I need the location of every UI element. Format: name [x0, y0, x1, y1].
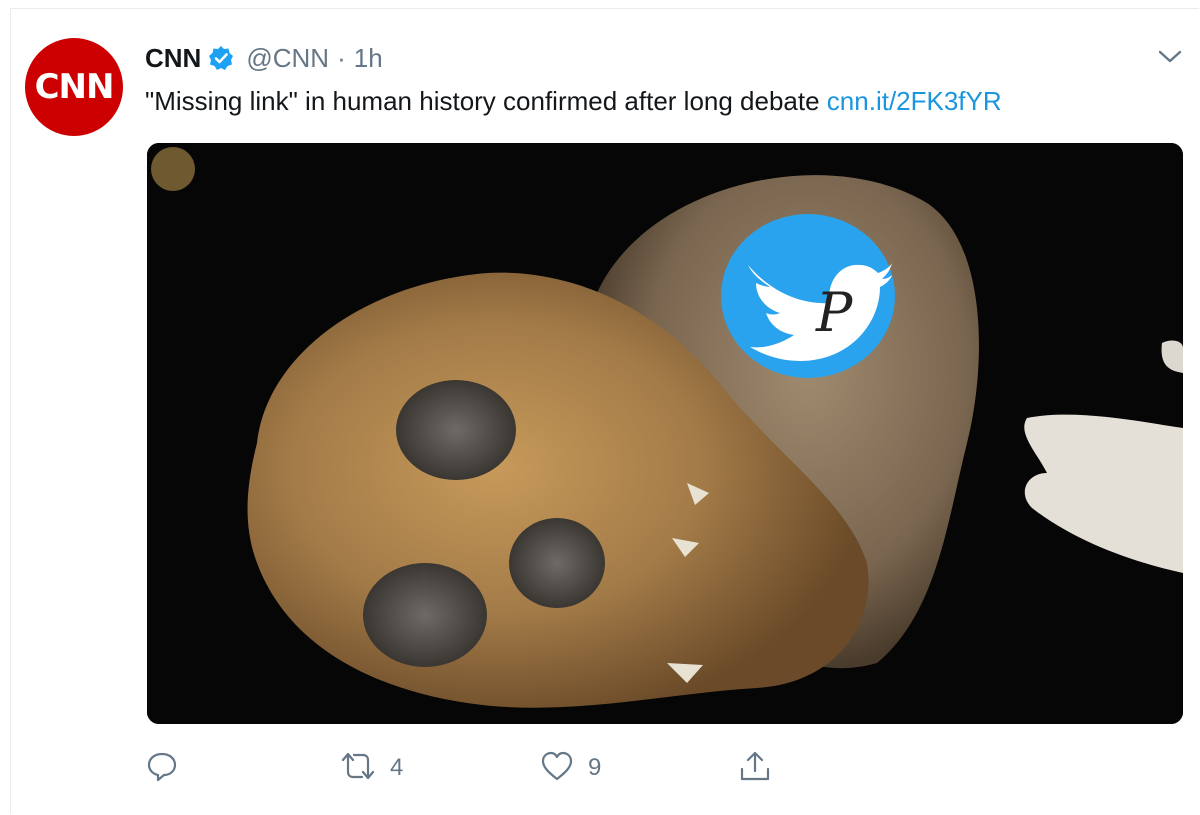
retweet-count: 4: [390, 754, 404, 781]
verified-badge-icon: [208, 45, 234, 71]
tweet-actions: 4 9: [0, 748, 1200, 788]
reply-button[interactable]: [146, 748, 192, 788]
retweet-button[interactable]: 4: [340, 748, 403, 788]
twitter-logo-watermark: P: [720, 213, 896, 379]
like-button[interactable]: 9: [540, 748, 601, 788]
tweet-link[interactable]: cnn.it/2FK3fYR: [827, 86, 1002, 116]
tweet-body: "Missing link" in human history confirme…: [145, 86, 827, 116]
header-separator: ·: [337, 42, 346, 73]
tweet-timestamp[interactable]: 1h: [354, 43, 383, 74]
like-count: 9: [588, 754, 602, 781]
avatar-logo: CNN: [34, 67, 115, 107]
author-handle[interactable]: @CNN: [246, 43, 329, 74]
chevron-down-icon[interactable]: [1157, 47, 1183, 67]
reply-icon: [146, 750, 178, 787]
fossil-skull-photo: [147, 143, 1183, 724]
retweet-icon: [340, 750, 376, 787]
heart-icon: [540, 750, 574, 787]
tweet-media-image[interactable]: [147, 143, 1183, 724]
share-button[interactable]: [738, 748, 772, 788]
share-icon: [738, 749, 772, 788]
tweet-text: "Missing link" in human history confirme…: [145, 86, 1002, 117]
avatar[interactable]: CNN: [25, 38, 123, 136]
watermark-letter: P: [815, 281, 854, 344]
tweet-header: CNN @CNN · 1h: [145, 40, 383, 76]
author-name[interactable]: CNN: [145, 43, 201, 74]
